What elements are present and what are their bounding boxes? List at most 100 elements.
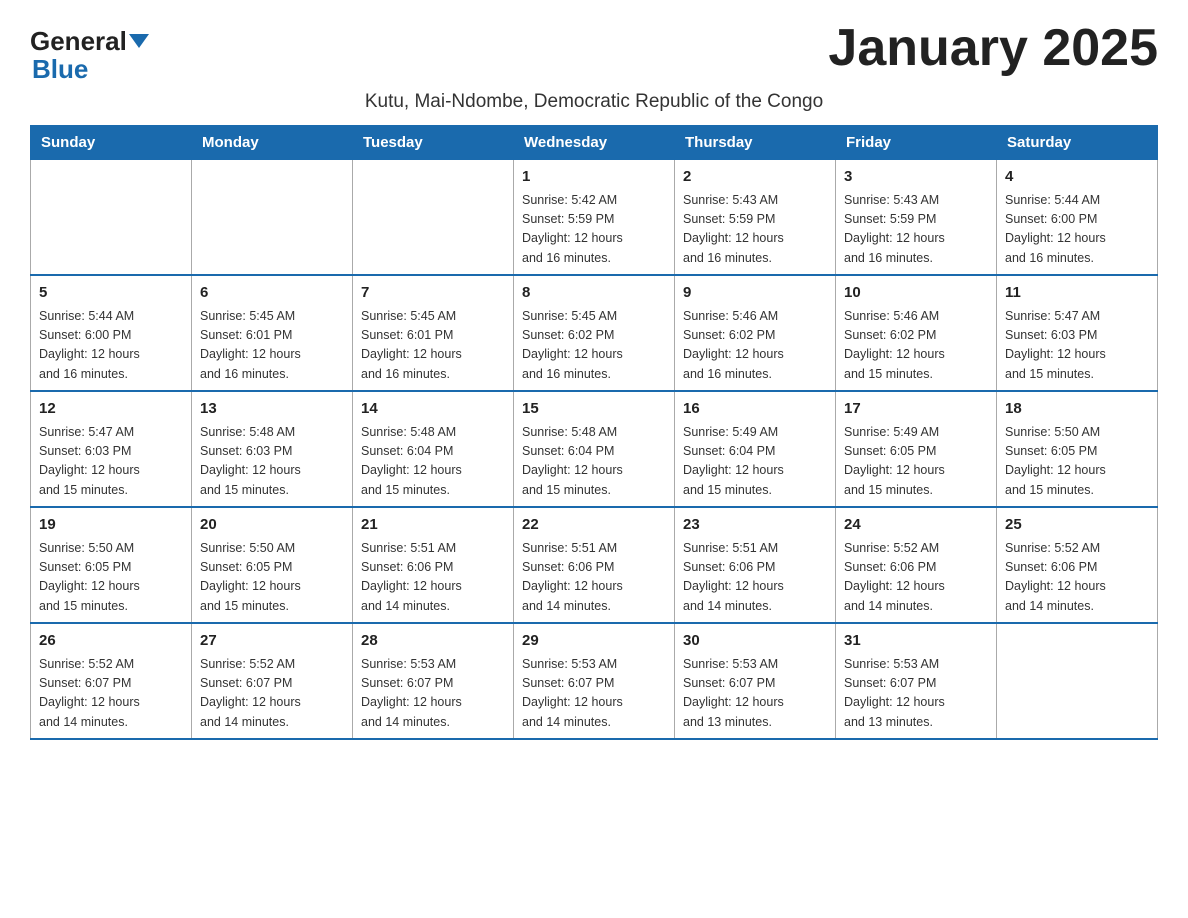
day-number: 17 <box>844 398 988 421</box>
day-number: 6 <box>200 282 344 305</box>
day-number: 31 <box>844 630 988 653</box>
day-number: 25 <box>1005 514 1149 537</box>
day-info: Sunrise: 5:51 AM Sunset: 6:06 PM Dayligh… <box>522 539 666 617</box>
calendar-week-row: 1Sunrise: 5:42 AM Sunset: 5:59 PM Daylig… <box>31 160 1158 276</box>
calendar-cell: 18Sunrise: 5:50 AM Sunset: 6:05 PM Dayli… <box>997 391 1158 507</box>
day-info: Sunrise: 5:48 AM Sunset: 6:03 PM Dayligh… <box>200 423 344 501</box>
calendar-cell: 19Sunrise: 5:50 AM Sunset: 6:05 PM Dayli… <box>31 507 192 623</box>
calendar-table: SundayMondayTuesdayWednesdayThursdayFrid… <box>30 125 1158 740</box>
calendar-cell: 9Sunrise: 5:46 AM Sunset: 6:02 PM Daylig… <box>675 275 836 391</box>
calendar-header-wednesday: Wednesday <box>514 126 675 160</box>
day-info: Sunrise: 5:52 AM Sunset: 6:06 PM Dayligh… <box>844 539 988 617</box>
logo-general-text: General <box>30 28 127 54</box>
day-info: Sunrise: 5:49 AM Sunset: 6:04 PM Dayligh… <box>683 423 827 501</box>
day-info: Sunrise: 5:47 AM Sunset: 6:03 PM Dayligh… <box>39 423 183 501</box>
month-title: January 2025 <box>828 20 1158 77</box>
calendar-week-row: 26Sunrise: 5:52 AM Sunset: 6:07 PM Dayli… <box>31 623 1158 739</box>
day-info: Sunrise: 5:53 AM Sunset: 6:07 PM Dayligh… <box>361 655 505 733</box>
day-number: 15 <box>522 398 666 421</box>
day-info: Sunrise: 5:53 AM Sunset: 6:07 PM Dayligh… <box>522 655 666 733</box>
day-number: 27 <box>200 630 344 653</box>
day-number: 18 <box>1005 398 1149 421</box>
day-info: Sunrise: 5:45 AM Sunset: 6:02 PM Dayligh… <box>522 307 666 385</box>
calendar-cell: 5Sunrise: 5:44 AM Sunset: 6:00 PM Daylig… <box>31 275 192 391</box>
day-number: 13 <box>200 398 344 421</box>
day-info: Sunrise: 5:53 AM Sunset: 6:07 PM Dayligh… <box>683 655 827 733</box>
subtitle: Kutu, Mai-Ndombe, Democratic Republic of… <box>30 91 1158 113</box>
day-number: 2 <box>683 166 827 189</box>
day-number: 9 <box>683 282 827 305</box>
day-info: Sunrise: 5:47 AM Sunset: 6:03 PM Dayligh… <box>1005 307 1149 385</box>
calendar-header-monday: Monday <box>192 126 353 160</box>
calendar-header-tuesday: Tuesday <box>353 126 514 160</box>
calendar-week-row: 12Sunrise: 5:47 AM Sunset: 6:03 PM Dayli… <box>31 391 1158 507</box>
calendar-cell: 13Sunrise: 5:48 AM Sunset: 6:03 PM Dayli… <box>192 391 353 507</box>
calendar-cell: 21Sunrise: 5:51 AM Sunset: 6:06 PM Dayli… <box>353 507 514 623</box>
day-info: Sunrise: 5:42 AM Sunset: 5:59 PM Dayligh… <box>522 191 666 269</box>
calendar-cell: 2Sunrise: 5:43 AM Sunset: 5:59 PM Daylig… <box>675 160 836 276</box>
day-number: 21 <box>361 514 505 537</box>
calendar-cell: 20Sunrise: 5:50 AM Sunset: 6:05 PM Dayli… <box>192 507 353 623</box>
calendar-cell: 22Sunrise: 5:51 AM Sunset: 6:06 PM Dayli… <box>514 507 675 623</box>
calendar-cell: 6Sunrise: 5:45 AM Sunset: 6:01 PM Daylig… <box>192 275 353 391</box>
header: General Blue January 2025 <box>30 20 1158 85</box>
day-info: Sunrise: 5:53 AM Sunset: 6:07 PM Dayligh… <box>844 655 988 733</box>
day-number: 24 <box>844 514 988 537</box>
day-number: 30 <box>683 630 827 653</box>
day-info: Sunrise: 5:50 AM Sunset: 6:05 PM Dayligh… <box>1005 423 1149 501</box>
calendar-cell: 1Sunrise: 5:42 AM Sunset: 5:59 PM Daylig… <box>514 160 675 276</box>
calendar-cell <box>997 623 1158 739</box>
calendar-cell <box>192 160 353 276</box>
calendar-cell: 17Sunrise: 5:49 AM Sunset: 6:05 PM Dayli… <box>836 391 997 507</box>
day-info: Sunrise: 5:52 AM Sunset: 6:06 PM Dayligh… <box>1005 539 1149 617</box>
calendar-cell: 3Sunrise: 5:43 AM Sunset: 5:59 PM Daylig… <box>836 160 997 276</box>
day-info: Sunrise: 5:43 AM Sunset: 5:59 PM Dayligh… <box>844 191 988 269</box>
calendar-cell: 7Sunrise: 5:45 AM Sunset: 6:01 PM Daylig… <box>353 275 514 391</box>
calendar-cell: 24Sunrise: 5:52 AM Sunset: 6:06 PM Dayli… <box>836 507 997 623</box>
calendar-week-row: 5Sunrise: 5:44 AM Sunset: 6:00 PM Daylig… <box>31 275 1158 391</box>
day-number: 10 <box>844 282 988 305</box>
calendar-cell: 23Sunrise: 5:51 AM Sunset: 6:06 PM Dayli… <box>675 507 836 623</box>
day-number: 11 <box>1005 282 1149 305</box>
day-info: Sunrise: 5:48 AM Sunset: 6:04 PM Dayligh… <box>361 423 505 501</box>
day-number: 19 <box>39 514 183 537</box>
day-info: Sunrise: 5:43 AM Sunset: 5:59 PM Dayligh… <box>683 191 827 269</box>
day-info: Sunrise: 5:44 AM Sunset: 6:00 PM Dayligh… <box>1005 191 1149 269</box>
calendar-cell: 4Sunrise: 5:44 AM Sunset: 6:00 PM Daylig… <box>997 160 1158 276</box>
calendar-cell: 30Sunrise: 5:53 AM Sunset: 6:07 PM Dayli… <box>675 623 836 739</box>
calendar-cell: 26Sunrise: 5:52 AM Sunset: 6:07 PM Dayli… <box>31 623 192 739</box>
day-number: 5 <box>39 282 183 305</box>
calendar-cell: 10Sunrise: 5:46 AM Sunset: 6:02 PM Dayli… <box>836 275 997 391</box>
day-info: Sunrise: 5:50 AM Sunset: 6:05 PM Dayligh… <box>39 539 183 617</box>
day-number: 23 <box>683 514 827 537</box>
calendar-cell: 25Sunrise: 5:52 AM Sunset: 6:06 PM Dayli… <box>997 507 1158 623</box>
day-info: Sunrise: 5:46 AM Sunset: 6:02 PM Dayligh… <box>844 307 988 385</box>
day-info: Sunrise: 5:52 AM Sunset: 6:07 PM Dayligh… <box>39 655 183 733</box>
calendar-cell: 8Sunrise: 5:45 AM Sunset: 6:02 PM Daylig… <box>514 275 675 391</box>
day-number: 20 <box>200 514 344 537</box>
day-number: 12 <box>39 398 183 421</box>
day-info: Sunrise: 5:51 AM Sunset: 6:06 PM Dayligh… <box>683 539 827 617</box>
day-info: Sunrise: 5:51 AM Sunset: 6:06 PM Dayligh… <box>361 539 505 617</box>
calendar-cell: 15Sunrise: 5:48 AM Sunset: 6:04 PM Dayli… <box>514 391 675 507</box>
day-info: Sunrise: 5:45 AM Sunset: 6:01 PM Dayligh… <box>200 307 344 385</box>
logo: General Blue <box>30 28 151 85</box>
calendar-header-row: SundayMondayTuesdayWednesdayThursdayFrid… <box>31 126 1158 160</box>
calendar-cell: 16Sunrise: 5:49 AM Sunset: 6:04 PM Dayli… <box>675 391 836 507</box>
day-info: Sunrise: 5:45 AM Sunset: 6:01 PM Dayligh… <box>361 307 505 385</box>
calendar-cell: 11Sunrise: 5:47 AM Sunset: 6:03 PM Dayli… <box>997 275 1158 391</box>
day-number: 16 <box>683 398 827 421</box>
calendar-header-sunday: Sunday <box>31 126 192 160</box>
day-number: 28 <box>361 630 505 653</box>
day-number: 7 <box>361 282 505 305</box>
day-info: Sunrise: 5:49 AM Sunset: 6:05 PM Dayligh… <box>844 423 988 501</box>
day-number: 14 <box>361 398 505 421</box>
logo-blue-text: Blue <box>32 54 88 84</box>
day-info: Sunrise: 5:52 AM Sunset: 6:07 PM Dayligh… <box>200 655 344 733</box>
calendar-cell: 31Sunrise: 5:53 AM Sunset: 6:07 PM Dayli… <box>836 623 997 739</box>
day-number: 29 <box>522 630 666 653</box>
calendar-header-saturday: Saturday <box>997 126 1158 160</box>
day-number: 8 <box>522 282 666 305</box>
calendar-header-thursday: Thursday <box>675 126 836 160</box>
logo-triangle-icon <box>129 34 149 48</box>
